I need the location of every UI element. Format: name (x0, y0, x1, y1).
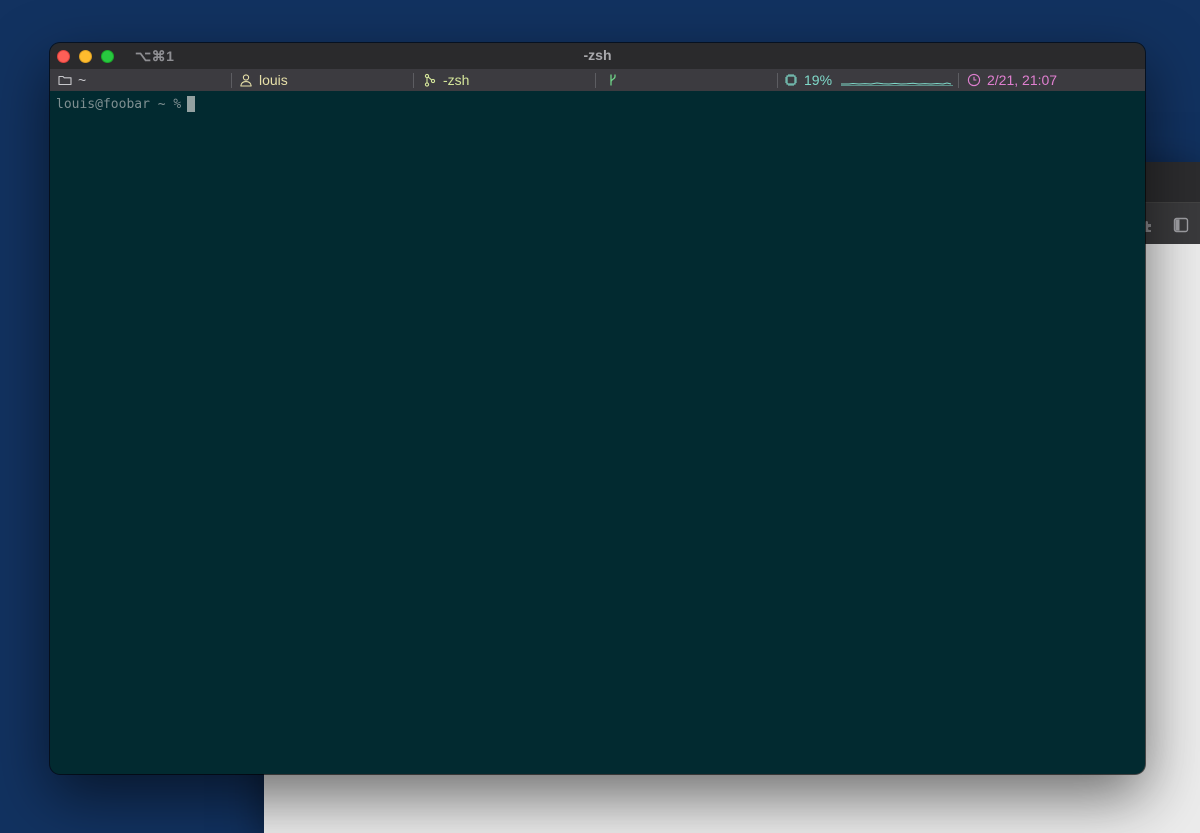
status-git[interactable] (606, 69, 626, 91)
status-directory[interactable]: ~ (58, 69, 86, 91)
status-clock-value: 2/21, 21:07 (987, 72, 1058, 88)
status-job-value: -zsh (443, 72, 470, 88)
status-cpu-value: 19% (804, 72, 833, 88)
window-title: -zsh (583, 47, 612, 63)
status-user-value: louis (259, 72, 288, 88)
status-clock[interactable]: 2/21, 21:07 (967, 69, 1057, 91)
user-icon (239, 73, 253, 87)
status-separator (595, 73, 596, 88)
status-user[interactable]: louis (239, 69, 288, 91)
git-branch-icon (606, 73, 620, 87)
status-directory-value: ~ (78, 72, 87, 88)
status-separator (231, 73, 232, 88)
status-job[interactable]: -zsh (423, 69, 469, 91)
terminal-window: ⌥⌘1 -zsh ~ louis -zsh 19% 2/21, 21:07 lo… (50, 43, 1145, 774)
status-cpu[interactable]: 19% (784, 69, 832, 91)
status-separator (958, 73, 959, 88)
sidebar-icon[interactable] (1173, 217, 1189, 233)
text-cursor (187, 96, 196, 112)
cpu-icon (784, 73, 798, 87)
cpu-sparkline (841, 82, 953, 86)
status-separator (413, 73, 414, 88)
folder-icon (58, 73, 72, 87)
shell-prompt: louis@foobar ~ % (56, 96, 182, 112)
process-icon (423, 73, 437, 87)
status-separator (777, 73, 778, 88)
status-bar: ~ louis -zsh 19% 2/21, 21:07 (50, 69, 1145, 91)
terminal-content[interactable]: louis@foobar ~ % (50, 91, 1145, 774)
clock-icon (967, 73, 981, 87)
shell-prompt-line[interactable]: louis@foobar ~ % (56, 96, 196, 112)
terminal-titlebar[interactable]: ⌥⌘1 -zsh (50, 43, 1145, 69)
